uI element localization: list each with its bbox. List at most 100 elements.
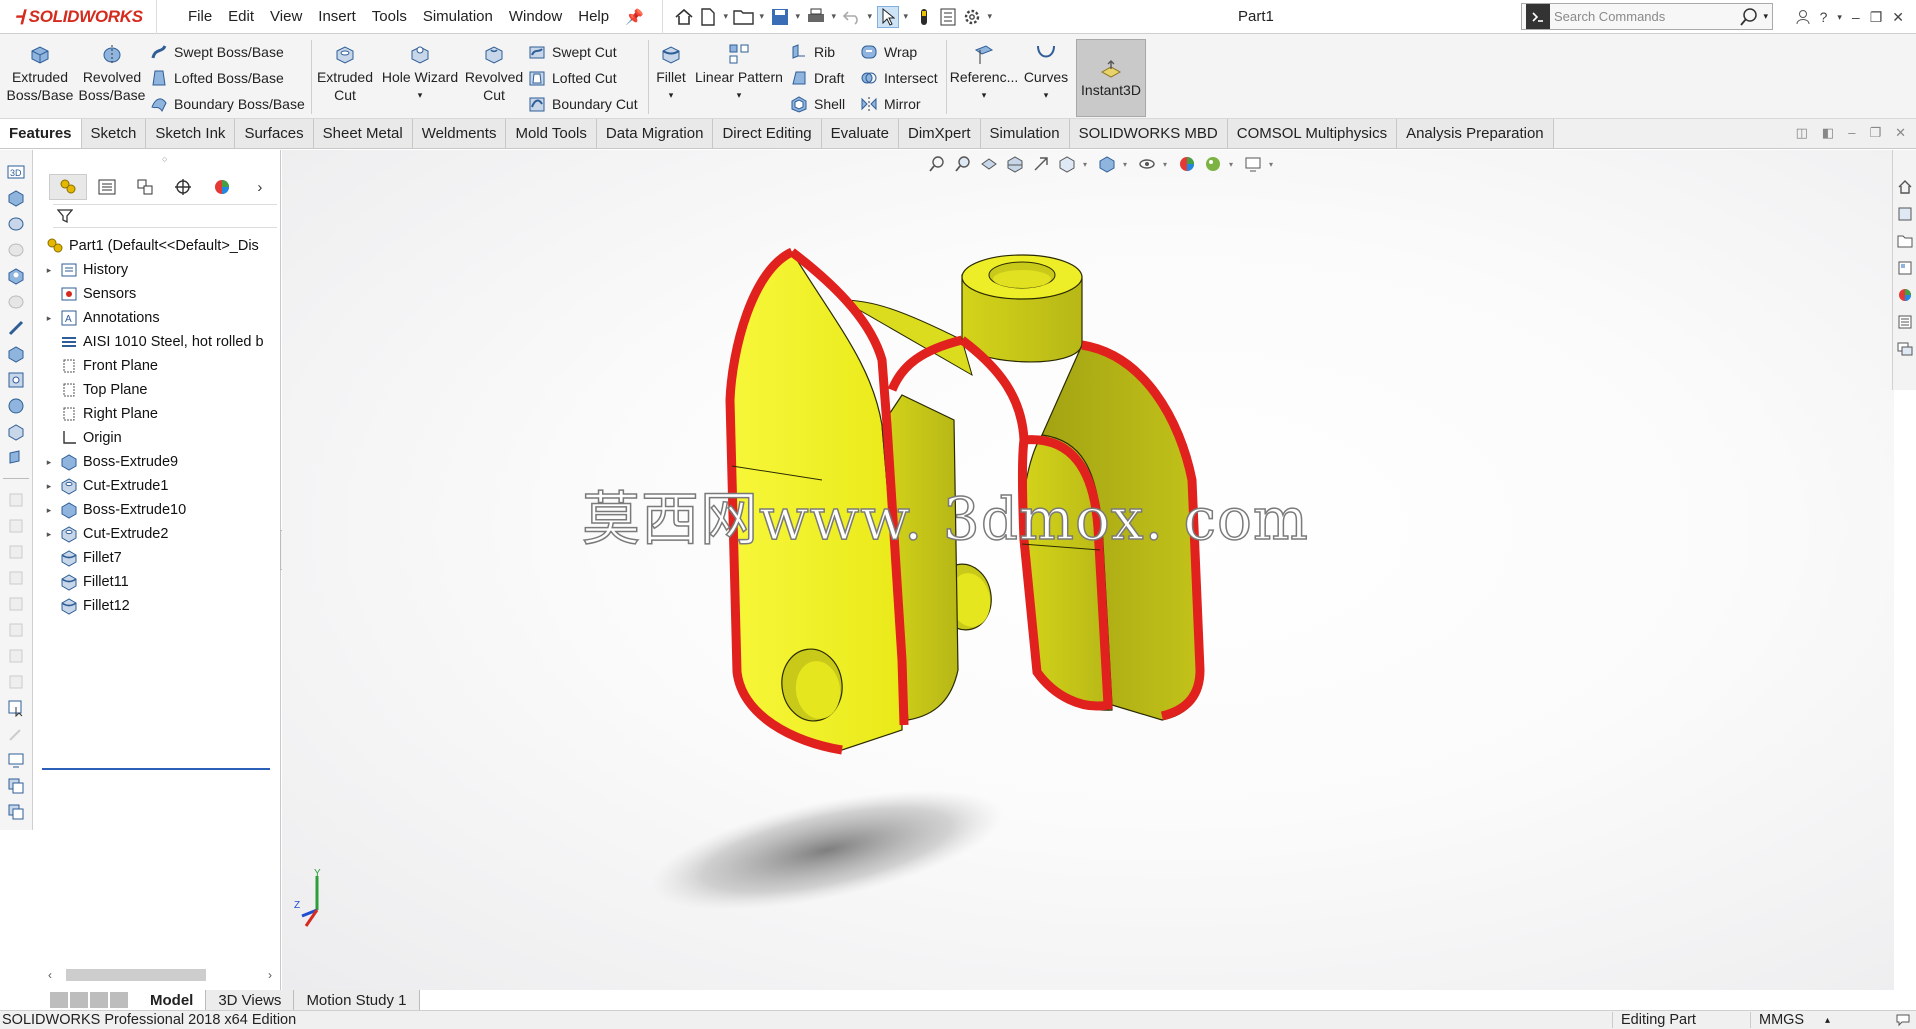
save-dropdown-icon[interactable]: ▾ [793, 11, 803, 22]
unit-system[interactable]: MMGS [1750, 1012, 1804, 1028]
close-icon[interactable]: ✕ [1892, 9, 1904, 26]
menu-file[interactable]: File [180, 8, 220, 25]
menu-edit[interactable]: Edit [220, 8, 262, 25]
tab-direct-editing[interactable]: Direct Editing [713, 119, 822, 148]
help-dropdown-icon[interactable]: ▾ [1837, 12, 1842, 23]
options-gear-icon[interactable] [961, 6, 983, 28]
file-properties-icon[interactable] [937, 6, 959, 28]
panel-grip-icon[interactable]: ○ [162, 154, 167, 164]
shell-button[interactable]: Shell [790, 95, 845, 113]
filter-icon[interactable] [57, 208, 73, 224]
first-tab-icon[interactable] [50, 992, 68, 1008]
extruded-cut-button[interactable]: Extruded Cut [315, 42, 375, 104]
pin-icon[interactable]: 📌 [625, 8, 644, 26]
lofted-cut-button[interactable]: Lofted Cut [528, 69, 617, 87]
new-document-icon[interactable] [697, 6, 719, 28]
scrollbar-thumb[interactable] [66, 969, 206, 981]
configurationmanager-tab-icon[interactable] [126, 174, 164, 200]
tab-simulation[interactable]: Simulation [980, 119, 1070, 148]
search-dropdown-icon[interactable]: ▾ [1763, 11, 1768, 22]
tree-item[interactable]: Fillet7 [42, 546, 282, 570]
tree-item[interactable]: Fillet11 [42, 570, 282, 594]
select-dropdown-icon[interactable]: ▾ [901, 11, 911, 22]
expand-arrow-icon[interactable]: ▸ [42, 457, 56, 468]
cut-tool-icon[interactable] [6, 266, 26, 285]
menu-simulation[interactable]: Simulation [415, 8, 501, 25]
menu-tools[interactable]: Tools [364, 8, 415, 25]
swept-cut-button[interactable]: Swept Cut [528, 43, 617, 61]
sweep-tool-icon[interactable] [6, 240, 26, 259]
yoke-part-model[interactable] [282, 150, 1894, 990]
doc-close-icon[interactable]: ✕ [1895, 125, 1906, 141]
options-dropdown-icon[interactable]: ▾ [985, 11, 995, 22]
select-tool-icon[interactable] [6, 698, 26, 717]
tab-weldments[interactable]: Weldments [412, 119, 507, 148]
graphics-area[interactable]: ▾ ▾ ▾ ▾ ▾ 莫西网www. 3dmox. com Y Z [282, 150, 1894, 990]
select-cursor-icon[interactable] [876, 5, 899, 28]
tree-item[interactable]: Fillet12 [42, 594, 282, 618]
print-dropdown-icon[interactable]: ▾ [829, 11, 839, 22]
menu-help[interactable]: Help [570, 8, 617, 25]
draft-button[interactable]: Draft [790, 69, 844, 87]
tree-item[interactable]: Origin [42, 426, 282, 450]
menu-view[interactable]: View [262, 8, 310, 25]
undo-dropdown-icon[interactable]: ▾ [865, 11, 875, 22]
instant3d-button[interactable]: Instant3D [1076, 39, 1146, 117]
last-tab-icon[interactable] [110, 992, 128, 1008]
expand-arrow-icon[interactable]: ▸ [42, 505, 56, 516]
forum-icon[interactable] [1896, 340, 1914, 358]
tab-analysis-preparation[interactable]: Analysis Preparation [1397, 119, 1554, 148]
doc-minimize-icon[interactable]: – [1848, 125, 1855, 141]
tab-comsol-multiphysics[interactable]: COMSOL Multiphysics [1227, 119, 1398, 148]
revolved-cut-button[interactable]: Revolved Cut [464, 42, 524, 104]
tree-item[interactable]: Sensors [42, 282, 282, 306]
home-icon[interactable] [673, 6, 695, 28]
expand-arrow-icon[interactable]: ▸ [42, 529, 56, 540]
tab-3d-views[interactable]: 3D Views [206, 990, 295, 1010]
linear-pattern-button[interactable]: Linear Pattern ▾ [694, 42, 784, 104]
tree-item[interactable]: Right Plane [42, 402, 282, 426]
open-dropdown-icon[interactable]: ▾ [757, 11, 767, 22]
pattern-dropdown-icon[interactable]: ▾ [737, 86, 742, 104]
tree-horizontal-scrollbar[interactable]: ‹ › [48, 968, 278, 982]
menu-window[interactable]: Window [501, 8, 570, 25]
copy-tool-icon[interactable] [6, 776, 26, 795]
help-icon[interactable]: ? [1820, 9, 1828, 25]
search-input[interactable]: Search Commands [1554, 9, 1739, 24]
tree-item[interactable]: ▸ Boss-Extrude10 [42, 498, 282, 522]
expand-arrow-icon[interactable]: ▸ [42, 265, 56, 276]
revolve-tool-icon[interactable] [6, 214, 26, 233]
hole-tool-icon[interactable] [6, 370, 26, 389]
3d-sketch-icon[interactable]: 3D [6, 162, 26, 181]
tab-surfaces[interactable]: Surfaces [235, 119, 314, 148]
minimize-icon[interactable]: – [1852, 9, 1860, 25]
scroll-left-icon[interactable]: ‹ [48, 968, 52, 982]
user-icon[interactable] [1796, 9, 1810, 25]
chamfer-tool-icon[interactable] [6, 422, 26, 441]
fillet-button[interactable]: Fillet ▾ [653, 42, 689, 104]
curves-button[interactable]: Curves ▾ [1022, 42, 1070, 104]
extrude-tool-icon[interactable] [6, 188, 26, 207]
design-library-icon[interactable] [1896, 205, 1914, 223]
rib-button[interactable]: Rib [790, 43, 835, 61]
tree-item[interactable]: ▸ History [42, 258, 282, 282]
tab-data-migration[interactable]: Data Migration [596, 119, 714, 148]
expand-arrow-icon[interactable]: ▸ [42, 481, 56, 492]
tab-evaluate[interactable]: Evaluate [821, 119, 900, 148]
solidworks-resources-icon[interactable] [1896, 178, 1914, 196]
reference-tool-icon[interactable] [6, 448, 26, 467]
tree-item[interactable]: ▸ Boss-Extrude9 [42, 450, 282, 474]
featuremanager-tab-icon[interactable] [49, 174, 88, 200]
restore-icon[interactable]: ❐ [1870, 9, 1883, 26]
cascade-icon[interactable]: ◧ [1822, 125, 1834, 141]
tree-filter[interactable] [53, 204, 277, 228]
swept-boss-button[interactable]: Swept Boss/Base [150, 43, 284, 61]
tab-sketch[interactable]: Sketch [81, 119, 147, 148]
hole-wizard-dropdown-icon[interactable]: ▾ [418, 86, 423, 104]
tab-dimxpert[interactable]: DimXpert [899, 119, 981, 148]
undo-icon[interactable] [841, 6, 863, 28]
wrap-button[interactable]: Wrap [860, 43, 917, 61]
tree-item[interactable]: Top Plane [42, 378, 282, 402]
tree-item[interactable]: AISI 1010 Steel, hot rolled b [42, 330, 282, 354]
comments-icon[interactable] [1896, 1013, 1910, 1027]
